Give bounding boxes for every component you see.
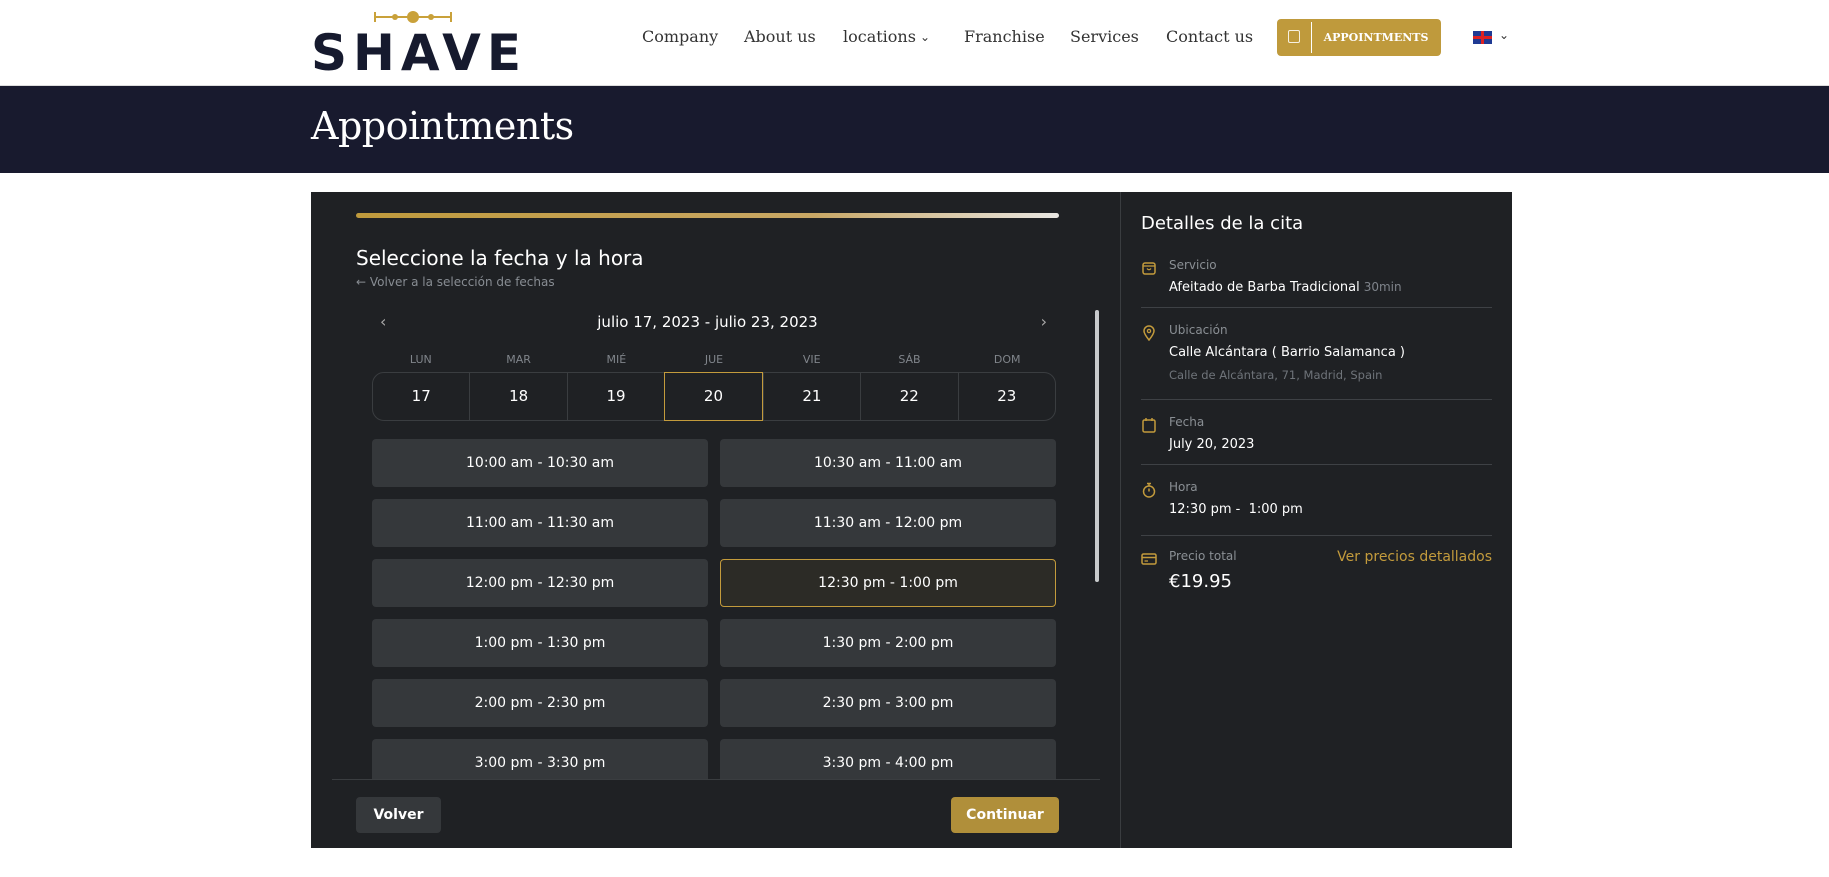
- time-slot[interactable]: 3:00 pm - 3:30 pm: [372, 739, 708, 779]
- nav-about-us[interactable]: About us: [744, 24, 816, 50]
- day-button[interactable]: 22: [860, 373, 957, 420]
- arrow-left-icon: ←: [356, 275, 367, 289]
- back-link-label: Volver a la selección de fechas: [369, 275, 555, 289]
- nav-services[interactable]: Services: [1070, 24, 1139, 50]
- nav-contact-us[interactable]: Contact us: [1166, 24, 1253, 50]
- calendar-check-icon: [1288, 30, 1300, 43]
- location-address: Calle de Alcántara, 71, Madrid, Spain: [1169, 368, 1383, 382]
- day-name: MIÉ: [606, 353, 627, 366]
- progress-bar: [356, 213, 1059, 218]
- day-name: VIE: [802, 353, 821, 366]
- back-to-dates-link[interactable]: ← Volver a la selección de fechas: [356, 275, 555, 289]
- day-button[interactable]: 17: [373, 373, 469, 420]
- nav-company[interactable]: Company: [642, 24, 718, 50]
- price-label: Precio total: [1169, 549, 1237, 563]
- credit-card-icon: [1141, 553, 1157, 565]
- date-value: July 20, 2023: [1169, 437, 1255, 452]
- divider: [1141, 307, 1492, 308]
- day-picker: LUN MAR MIÉ JUE VIE SÁB DOM 17 18 19 20 21 22 23: [372, 353, 1056, 421]
- time-slot-list: 10:00 am - 10:30 am 10:30 am - 11:00 am 11…: [332, 432, 1100, 779]
- appointments-label: APPOINTMENTS: [1323, 31, 1429, 44]
- divider: [1141, 535, 1492, 536]
- date-label: Fecha: [1169, 415, 1205, 429]
- time-slot[interactable]: 2:00 pm - 2:30 pm: [372, 679, 708, 727]
- site-header: SHAVE Company About us locations ⌄ Franc…: [0, 0, 1829, 86]
- day-name: JUE: [704, 353, 724, 366]
- time-slot[interactable]: 10:00 am - 10:30 am: [372, 439, 708, 487]
- day-name: SÁB: [898, 353, 921, 366]
- time-label: Hora: [1169, 480, 1198, 494]
- chevron-down-icon: ⌄: [920, 30, 931, 44]
- calendar-icon: [1142, 418, 1156, 433]
- shopping-bag-icon: [1142, 262, 1156, 275]
- service-name: Afeitado de Barba Tradicional: [1169, 280, 1360, 295]
- week-navigator: ‹ julio 17, 2023 - julio 23, 2023 ›: [356, 312, 1059, 334]
- day-button[interactable]: 18: [469, 373, 566, 420]
- appointments-button[interactable]: APPOINTMENTS: [1277, 19, 1441, 56]
- scrollbar[interactable]: [1095, 310, 1099, 582]
- total-price: €19.95: [1169, 571, 1232, 592]
- page-title: Appointments: [311, 104, 574, 148]
- details-title: Detalles de la cita: [1141, 213, 1304, 234]
- divider: [1141, 399, 1492, 400]
- day-button[interactable]: 21: [762, 373, 860, 420]
- divider: [1141, 464, 1492, 465]
- service-label: Servicio: [1169, 258, 1217, 272]
- day-names: LUN MAR MIÉ JUE VIE SÁB DOM: [372, 353, 1056, 367]
- time-slot[interactable]: 1:00 pm - 1:30 pm: [372, 619, 708, 667]
- week-range: julio 17, 2023 - julio 23, 2023: [597, 313, 818, 331]
- page-banner: Appointments: [0, 86, 1829, 173]
- time-slot[interactable]: 10:30 am - 11:00 am: [720, 439, 1056, 487]
- nav-locations[interactable]: locations: [843, 24, 916, 50]
- day-name: LUN: [409, 353, 432, 366]
- time-slot[interactable]: 2:30 pm - 3:00 pm: [720, 679, 1056, 727]
- time-slot[interactable]: 11:00 am - 11:30 am: [372, 499, 708, 547]
- nav-franchise[interactable]: Franchise: [964, 24, 1045, 50]
- uk-flag-icon[interactable]: [1473, 31, 1492, 44]
- divider: [332, 779, 1100, 780]
- time-slot[interactable]: 1:30 pm - 2:00 pm: [720, 619, 1056, 667]
- time-slot[interactable]: 12:00 pm - 12:30 pm: [372, 559, 708, 607]
- logo-text: SHAVE: [311, 24, 528, 82]
- service-value: Afeitado de Barba Tradicional 30min: [1169, 280, 1402, 295]
- time-slot[interactable]: 11:30 am - 12:00 pm: [720, 499, 1056, 547]
- time-slot[interactable]: 3:30 pm - 4:00 pm: [720, 739, 1056, 779]
- day-button[interactable]: 19: [566, 373, 664, 420]
- day-button[interactable]: 23: [957, 373, 1055, 420]
- back-button[interactable]: Volver: [356, 797, 441, 833]
- chevron-right-icon[interactable]: ›: [1041, 312, 1047, 331]
- chevron-down-icon[interactable]: ⌄: [1499, 28, 1509, 42]
- time-value: 12:30 pm - 1:00 pm: [1169, 502, 1303, 517]
- shave-logo[interactable]: SHAVE: [311, 10, 521, 78]
- razor-logo-icon: [374, 11, 452, 23]
- location-label: Ubicación: [1169, 323, 1228, 337]
- day-buttons: 17 18 19 20 21 22 23: [372, 372, 1056, 421]
- location-name: Calle Alcántara ( Barrio Salamanca ): [1169, 345, 1405, 360]
- map-pin-icon: [1143, 325, 1155, 341]
- continue-button[interactable]: Continuar: [951, 797, 1059, 833]
- time-slot[interactable]: 12:30 pm - 1:00 pm: [720, 559, 1056, 607]
- day-button[interactable]: 20: [664, 372, 763, 421]
- day-name: MAR: [506, 353, 531, 366]
- service-duration: 30min: [1363, 280, 1402, 294]
- day-name: DOM: [993, 353, 1021, 366]
- view-price-details-link[interactable]: Ver precios detallados: [1337, 549, 1492, 565]
- step-title: Seleccione la fecha y la hora: [356, 246, 644, 270]
- stopwatch-icon: [1142, 482, 1156, 498]
